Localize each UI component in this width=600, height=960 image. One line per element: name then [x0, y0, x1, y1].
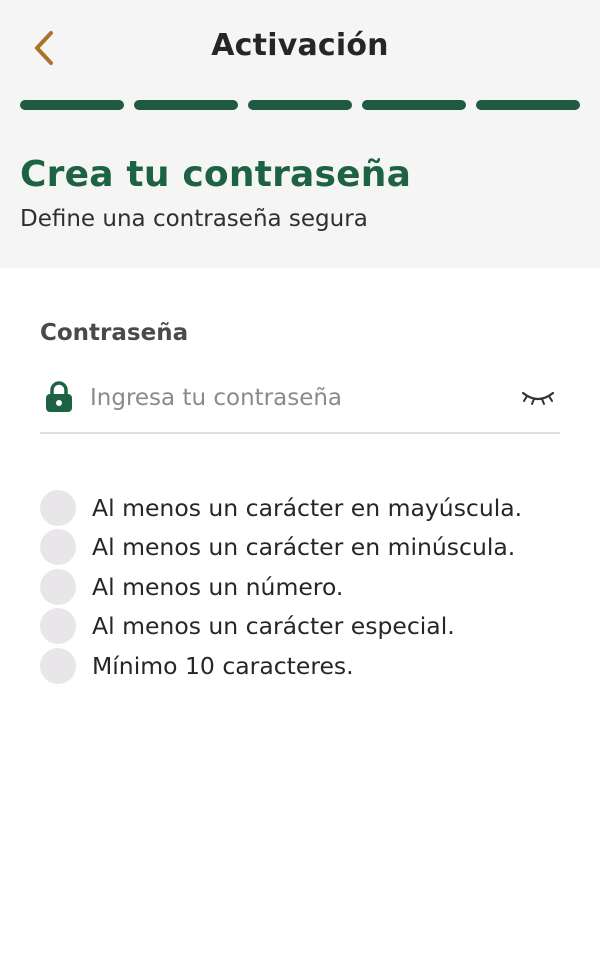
requirement-text: Al menos un carácter en mayúscula. — [92, 493, 523, 522]
password-label: Contraseña — [40, 320, 189, 346]
lock-icon — [46, 381, 72, 412]
requirement-uppercase: Al menos un carácter en mayúscula. — [40, 488, 580, 528]
page-title: Crea tu contraseña — [20, 154, 412, 195]
requirement-text: Al menos un número. — [92, 572, 344, 601]
progress-step-4 — [362, 100, 466, 110]
header-title: Activación — [211, 28, 389, 63]
requirement-status-icon — [40, 568, 76, 605]
eye-closed-icon — [521, 391, 555, 405]
requirement-min-length: Mínimo 10 caracteres. — [40, 646, 580, 686]
requirement-special: Al menos un carácter especial. — [40, 607, 580, 647]
requirement-text: Mínimo 10 caracteres. — [92, 651, 354, 680]
progress-step-5 — [476, 100, 580, 110]
app-header: Activación — [0, 0, 600, 96]
requirement-lowercase: Al menos un carácter en minúscula. — [40, 528, 580, 568]
password-requirements-list: Al menos un carácter en mayúscula. Al me… — [40, 488, 580, 686]
requirement-number: Al menos un número. — [40, 567, 580, 607]
progress-step-3 — [248, 100, 352, 110]
password-field — [40, 370, 560, 434]
toggle-password-visibility-button[interactable] — [518, 380, 558, 416]
requirement-text: Al menos un carácter en minúscula. — [92, 533, 516, 562]
progress-step-1 — [20, 100, 124, 110]
progress-bar — [20, 100, 580, 110]
requirement-status-icon — [40, 608, 76, 645]
requirement-status-icon — [40, 647, 76, 684]
progress-step-2 — [134, 100, 238, 110]
password-input[interactable] — [90, 378, 500, 418]
page-subtitle: Define una contraseña segura — [20, 206, 368, 232]
requirement-status-icon — [40, 529, 76, 566]
requirement-status-icon — [40, 489, 76, 526]
requirement-text: Al menos un carácter especial. — [92, 612, 455, 641]
